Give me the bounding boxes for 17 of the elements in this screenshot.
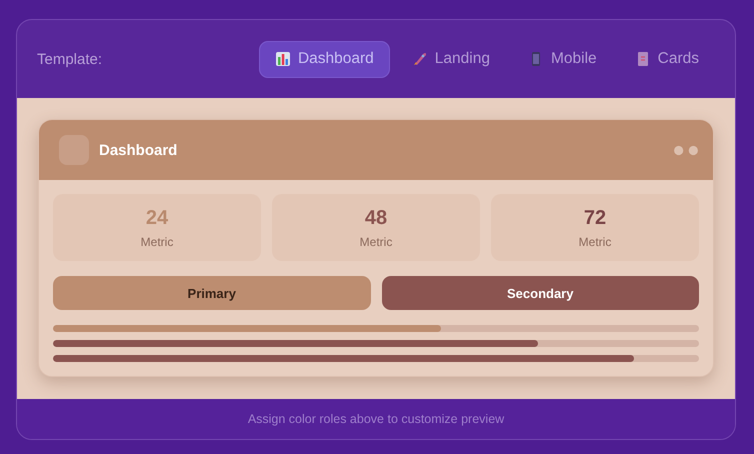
window-dots-icon — [673, 144, 699, 156]
metric-label: Metric — [360, 234, 392, 248]
template-tab[interactable]: Landing — [396, 40, 506, 78]
bar-chart-icon — [274, 51, 291, 67]
metric-value: 48 — [364, 206, 388, 230]
metric-value: 24 — [146, 206, 168, 230]
footer-hint: Assign color roles above to customize preview — [248, 412, 504, 426]
template-label: Template: — [37, 50, 102, 68]
template-tab[interactable]: Cards — [618, 40, 715, 78]
template-tab[interactable]: Mobile — [512, 40, 613, 78]
metric-value: 72 — [584, 206, 606, 230]
metric-label: Metric — [140, 234, 174, 248]
template-tab[interactable]: Dashboard — [258, 40, 390, 78]
primary-button[interactable]: Primary — [53, 276, 370, 310]
secondary-button[interactable]: Secondary — [382, 276, 699, 310]
card-title: Dashboard — [99, 142, 178, 158]
metric-label: Metric — [578, 234, 612, 248]
